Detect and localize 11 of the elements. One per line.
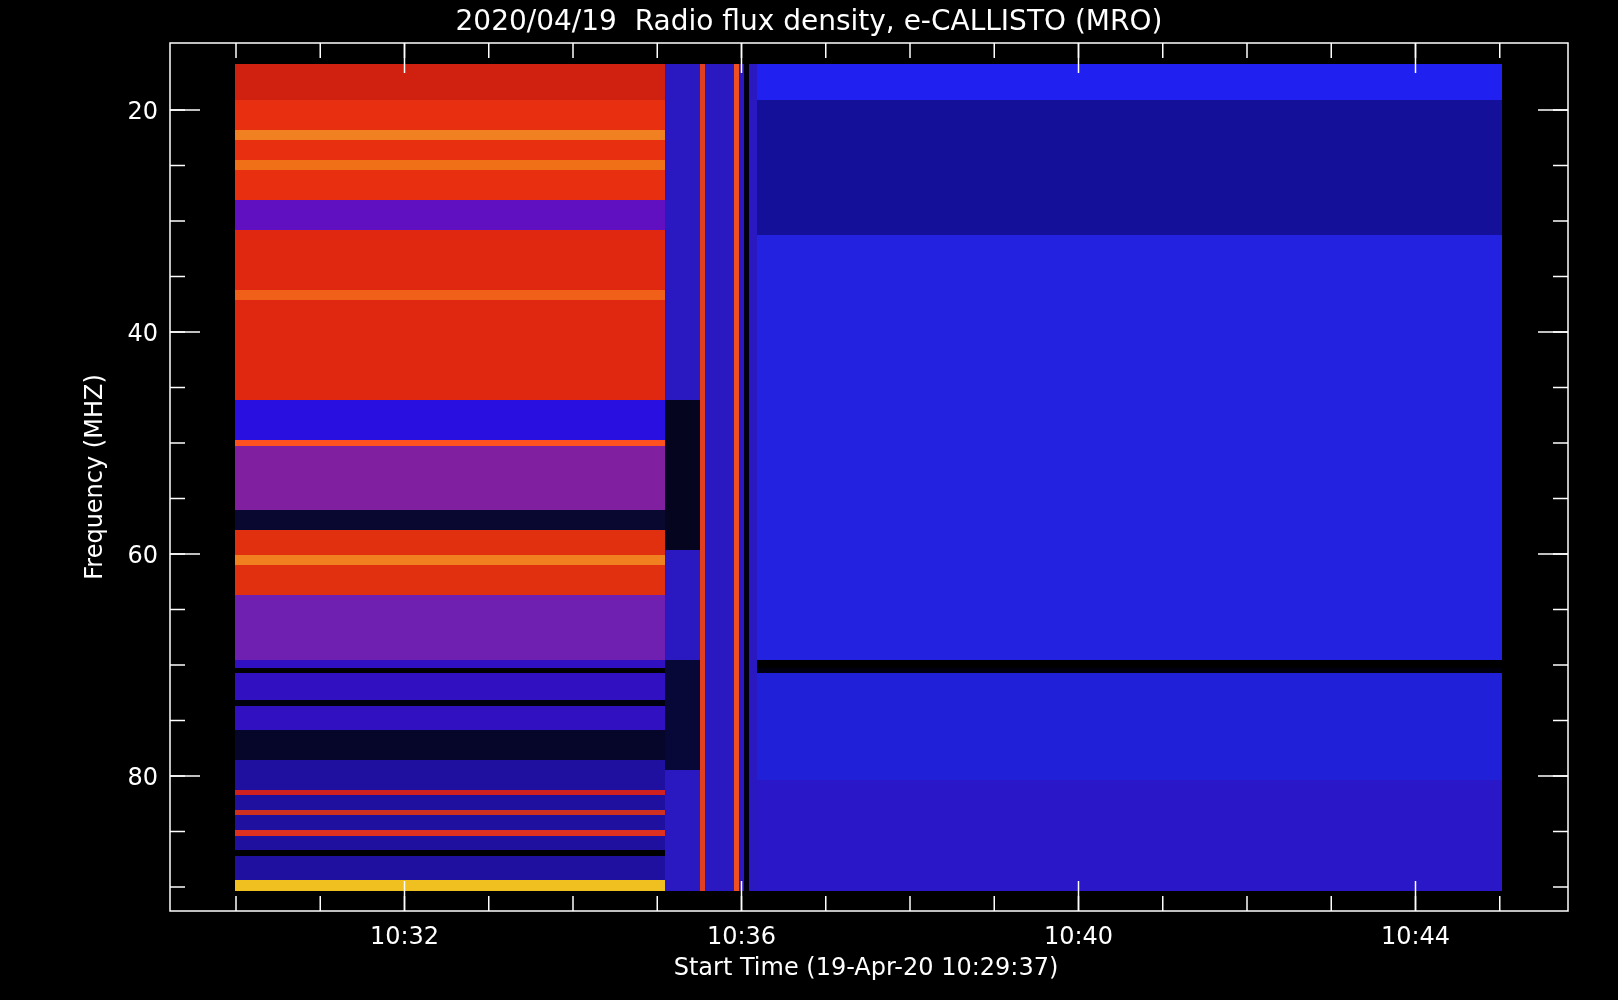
tick-label: 10:32 (369, 922, 440, 950)
axis-title: Start Time (19-Apr-20 10:29:37) (673, 953, 1059, 981)
tick-label: 60 (127, 541, 158, 569)
tick-label: 10:44 (1380, 922, 1451, 950)
axis-title: Frequency (MHZ) (80, 374, 108, 580)
tick-label: 40 (127, 319, 158, 347)
chart-title: 2020/04/19 Radio flux density, e-CALLISTO (MRO) (455, 4, 1163, 37)
tick-label: 10:36 (706, 922, 777, 950)
tick-label: 80 (127, 763, 158, 791)
tick-label: 20 (127, 97, 158, 125)
tick-label: 10:40 (1043, 922, 1114, 950)
